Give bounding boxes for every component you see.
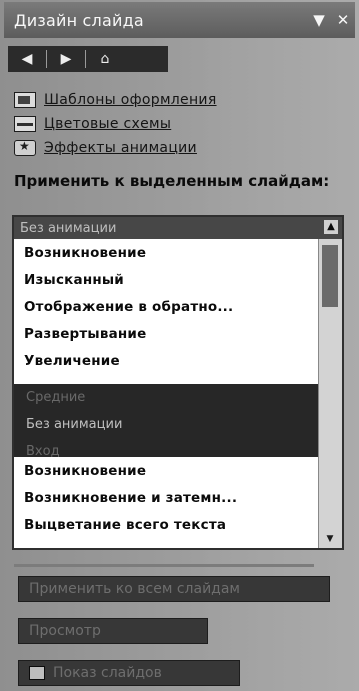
templates-icon bbox=[14, 92, 36, 108]
list-header: Без анимации ▲ bbox=[14, 217, 342, 239]
apply-to-selected-label: Применить к выделенным слайдам: bbox=[14, 172, 330, 190]
nav-separator bbox=[46, 50, 47, 68]
dropdown-icon[interactable]: ▼ bbox=[307, 11, 331, 29]
forward-arrow-icon[interactable]: ▶ bbox=[53, 51, 79, 67]
list-item[interactable]: Развертывание bbox=[14, 320, 320, 347]
link-label[interactable]: Шаблоны оформления bbox=[44, 92, 217, 108]
category-band: Средние Без анимации Вход bbox=[14, 384, 320, 459]
pane-title: Дизайн слайда bbox=[14, 10, 144, 30]
list-item[interactable]: Увеличение bbox=[14, 347, 320, 374]
pane-titlebar: Дизайн слайда ▼ ✕ bbox=[4, 2, 355, 38]
list-item[interactable]: Изысканный bbox=[14, 266, 320, 293]
slide-design-pane: Дизайн слайда ▼ ✕ ◀ ▶ ⌂ Шаблоны оформлен… bbox=[0, 0, 359, 691]
button-label: Применить ко всем слайдам bbox=[29, 581, 240, 597]
button-label: Просмотр bbox=[29, 623, 101, 639]
list-group-subtle: Возникновение Изысканный Отображение в о… bbox=[14, 239, 320, 374]
button-label: Показ слайдов bbox=[53, 665, 162, 681]
list-item[interactable]: Возникновение и затемн... bbox=[14, 484, 320, 511]
list-group-entrance: Возникновение Возникновение и затемн... … bbox=[14, 457, 320, 538]
link-color-schemes[interactable]: Цветовые схемы bbox=[14, 112, 217, 136]
slide-show-button[interactable]: Показ слайдов bbox=[18, 660, 240, 686]
animation-effects-icon bbox=[14, 139, 36, 156]
home-icon[interactable]: ⌂ bbox=[92, 51, 118, 67]
scroll-up-icon[interactable]: ▲ bbox=[324, 220, 338, 234]
link-label[interactable]: Эффекты анимации bbox=[44, 140, 197, 156]
design-links: Шаблоны оформления Цветовые схемы Эффект… bbox=[14, 88, 217, 160]
link-animation-effects[interactable]: Эффекты анимации bbox=[14, 136, 217, 160]
scroll-down-icon[interactable]: ▼ bbox=[323, 534, 337, 546]
list-item[interactable]: Возникновение bbox=[14, 457, 320, 484]
animation-schemes-list[interactable]: Без анимации ▲ Возникновение Изысканный … bbox=[12, 215, 344, 550]
pane-navigation-bar: ◀ ▶ ⌂ bbox=[8, 46, 168, 72]
list-scrollbar[interactable]: ▼ bbox=[318, 239, 342, 548]
link-label[interactable]: Цветовые схемы bbox=[44, 116, 171, 132]
back-arrow-icon[interactable]: ◀ bbox=[14, 51, 40, 67]
apply-to-all-slides-button[interactable]: Применить ко всем слайдам bbox=[18, 576, 330, 602]
scrollbar-thumb[interactable] bbox=[322, 245, 338, 307]
list-header-label: Без анимации bbox=[20, 220, 117, 236]
link-templates[interactable]: Шаблоны оформления bbox=[14, 88, 217, 112]
list-item[interactable]: Отображение в обратно... bbox=[14, 293, 320, 320]
list-category: Без анимации bbox=[26, 417, 123, 432]
color-schemes-icon bbox=[14, 116, 36, 132]
slideshow-icon bbox=[29, 666, 45, 680]
list-item[interactable]: Возникновение bbox=[14, 239, 320, 266]
close-icon[interactable]: ✕ bbox=[331, 11, 355, 29]
list-category: Средние bbox=[26, 390, 86, 405]
nav-separator bbox=[85, 50, 86, 68]
list-item[interactable]: Выцветание всего текста bbox=[14, 511, 320, 538]
divider bbox=[14, 564, 314, 567]
preview-button[interactable]: Просмотр bbox=[18, 618, 208, 644]
